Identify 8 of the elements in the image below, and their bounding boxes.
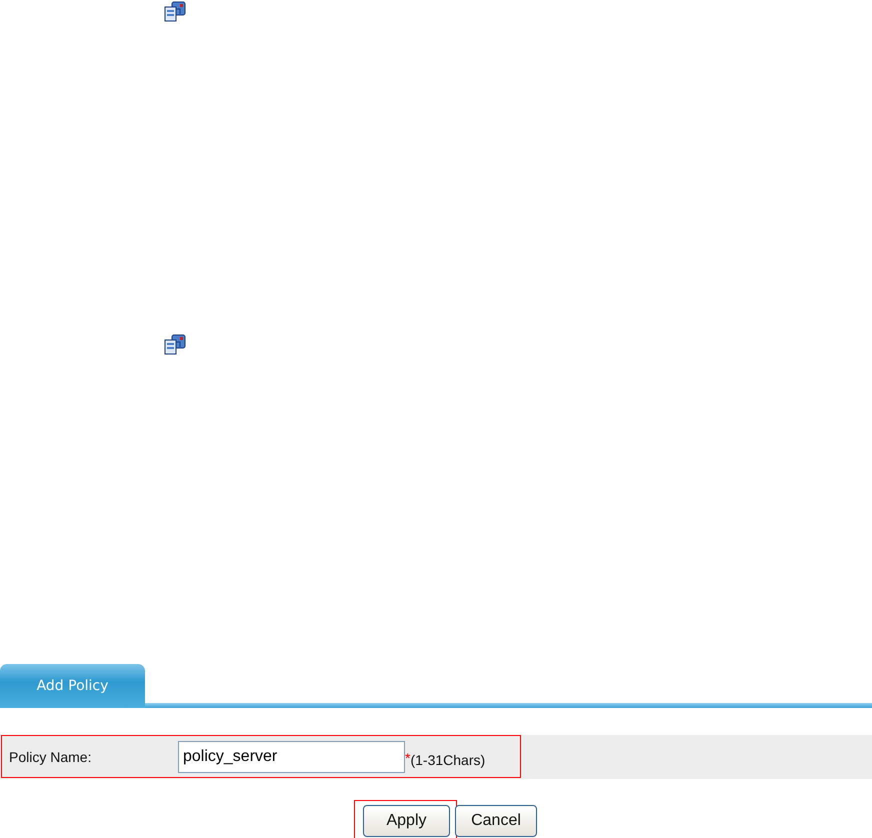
button[interactable]: Apply [363, 805, 450, 837]
hint-text: (1-31Chars) [410, 752, 486, 768]
field-label: Policy Name: [9, 749, 92, 765]
button[interactable]: Cancel [455, 805, 537, 837]
required-mark: * [405, 750, 410, 766]
server-icon [163, 0, 187, 22]
server-icon [163, 333, 187, 355]
input-field[interactable]: policy_server [178, 741, 405, 773]
